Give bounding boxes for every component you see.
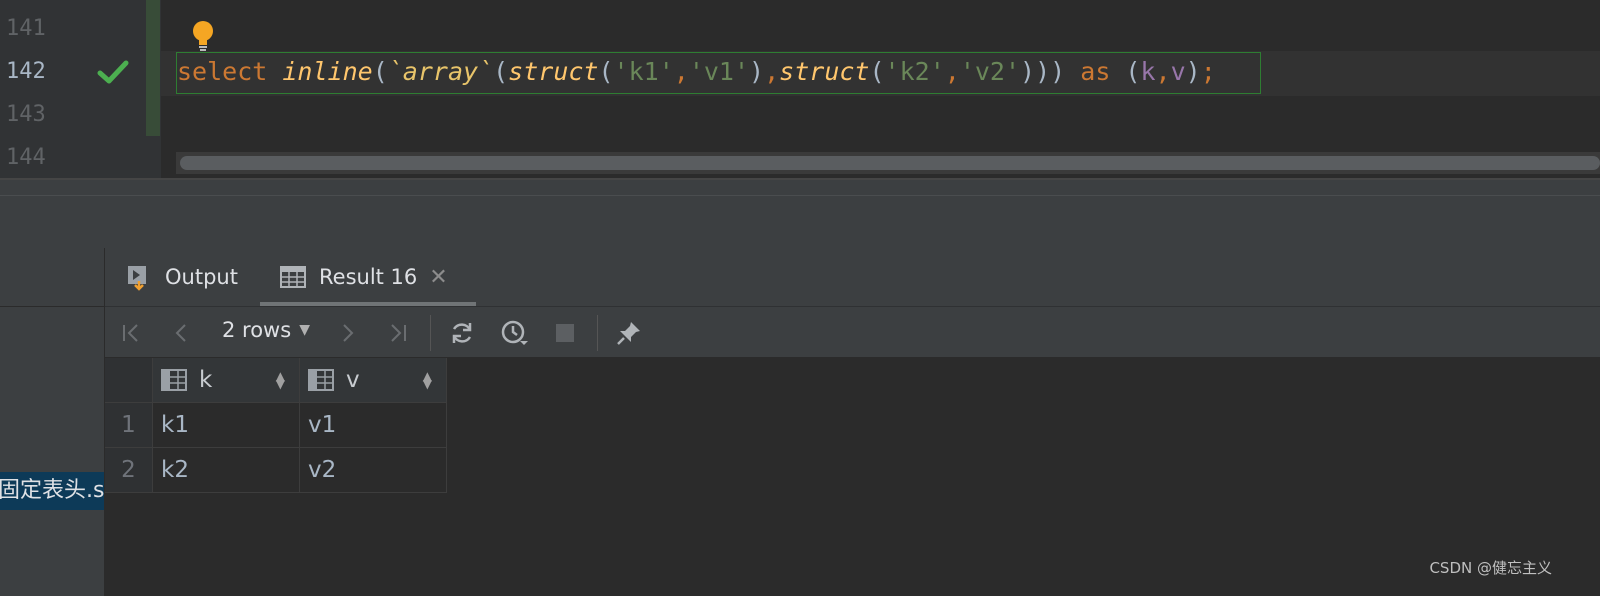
function-inline: inline xyxy=(282,57,373,86)
line-number: 144 xyxy=(6,145,46,170)
prev-page-icon[interactable] xyxy=(167,319,195,347)
tab-output[interactable]: Output xyxy=(125,248,238,306)
result-grid[interactable]: k ▲ ▼ v ▲ ▼ 1 k1 v1 2 k2 v2 xyxy=(105,358,1600,596)
horizontal-scrollbar-thumb[interactable] xyxy=(180,156,1600,170)
watermark: CSDN @健忘主义 xyxy=(1429,559,1552,577)
column-header-label: v xyxy=(346,367,360,393)
sort-icon[interactable]: ▲ ▼ xyxy=(276,370,285,390)
grid-cell[interactable]: k2 xyxy=(153,448,300,493)
history-icon[interactable] xyxy=(500,319,528,347)
column-header-k[interactable]: k ▲ ▼ xyxy=(153,358,300,403)
alias-v: v xyxy=(1170,57,1186,86)
sql-code-line[interactable]: select inline(`array`(struct('k1','v1'),… xyxy=(177,57,1216,86)
next-page-icon[interactable] xyxy=(334,319,362,347)
column-icon xyxy=(308,369,334,391)
keyword-as: as xyxy=(1080,57,1111,86)
chevron-down-icon: ▼ xyxy=(299,322,310,338)
results-tab-bar: Output Result 16 ✕ xyxy=(105,248,1600,306)
editor-gutter: 141 142 143 144 xyxy=(0,0,161,178)
row-number[interactable]: 2 xyxy=(105,448,153,493)
line-number: 143 xyxy=(6,102,46,127)
sidebar-item-file[interactable]: 固定表头.s xyxy=(0,472,104,510)
string-literal: 'v1' xyxy=(688,57,750,86)
line-number: 141 xyxy=(6,16,46,41)
grid-cell[interactable]: v1 xyxy=(300,403,447,448)
grid-cell[interactable]: v2 xyxy=(300,448,447,493)
column-header-v[interactable]: v ▲ ▼ xyxy=(300,358,447,403)
function-array: `array` xyxy=(387,57,494,86)
semicolon: ; xyxy=(1200,57,1216,86)
toolbar-separator xyxy=(597,315,598,351)
stop-icon[interactable] xyxy=(551,319,579,347)
row-number[interactable]: 1 xyxy=(105,403,153,448)
column-icon xyxy=(161,369,187,391)
tab-output-label: Output xyxy=(165,265,238,289)
tab-result-label: Result 16 xyxy=(319,265,418,289)
keyword-select: select xyxy=(177,57,268,86)
close-icon[interactable]: ✕ xyxy=(429,265,447,290)
panel-header-bar xyxy=(0,180,1600,248)
grid-cell[interactable]: k1 xyxy=(153,403,300,448)
checkmark-icon xyxy=(97,60,129,84)
services-sidebar xyxy=(0,248,104,596)
rows-count-label: 2 rows xyxy=(222,318,292,342)
code-editor[interactable]: 141 142 143 144 select inline(`array`(st… xyxy=(0,0,1600,178)
table-icon xyxy=(280,266,306,288)
divider xyxy=(0,306,104,307)
tab-result[interactable]: Result 16 ✕ xyxy=(257,248,467,306)
function-struct: struct xyxy=(779,57,870,86)
column-header-label: k xyxy=(199,367,213,393)
refresh-icon[interactable] xyxy=(448,319,476,347)
grid-corner[interactable] xyxy=(105,358,153,403)
alias-k: k xyxy=(1140,57,1156,86)
pin-icon[interactable] xyxy=(615,319,643,347)
sort-icon[interactable]: ▲ ▼ xyxy=(423,370,432,390)
last-page-icon[interactable] xyxy=(384,319,412,347)
rows-dropdown[interactable]: 2 rows ▼ xyxy=(222,318,310,342)
function-struct: struct xyxy=(508,57,599,86)
divider xyxy=(0,195,1600,196)
string-literal: 'k1' xyxy=(613,57,674,86)
lightbulb-icon[interactable] xyxy=(190,20,216,52)
toolbar-separator xyxy=(430,315,431,351)
output-icon xyxy=(128,266,146,291)
string-literal: 'k2' xyxy=(884,57,945,86)
string-literal: 'v2' xyxy=(959,57,1021,86)
first-page-icon[interactable] xyxy=(117,319,145,347)
line-number-current: 142 xyxy=(6,59,46,84)
results-toolbar: 2 rows ▼ xyxy=(105,306,1600,358)
change-marker-bar xyxy=(146,0,160,136)
